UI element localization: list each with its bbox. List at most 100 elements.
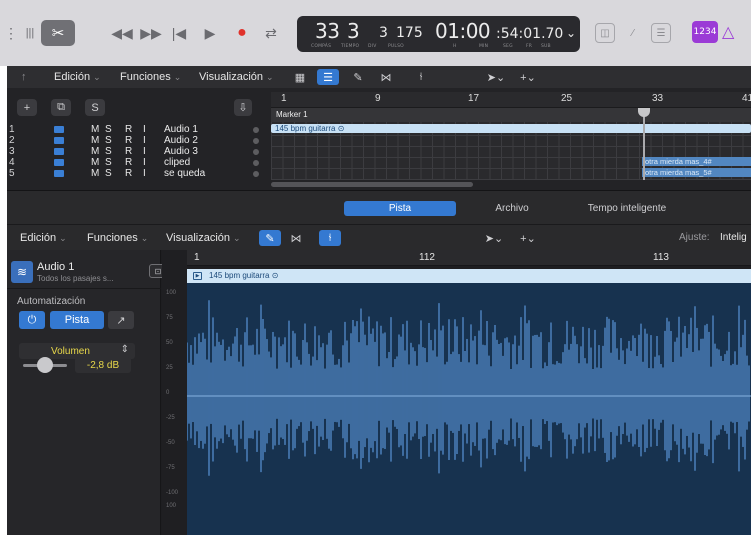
audio-region[interactable]: otra mierda mas_4# [642,157,751,166]
mute-button[interactable]: M [91,135,99,146]
pointer-tool-icon[interactable]: ➤⌄ [483,69,509,85]
catch-icon[interactable]: ⫮ [410,69,432,85]
scale-tick: -50 [166,440,175,446]
track-name[interactable]: Audio 1 [164,124,198,135]
arrange-area[interactable]: 145 bpm guitarra ⊙ otra mierda mas_4# ot… [271,122,751,180]
marker-lane[interactable]: Marker 1 [271,108,751,122]
collapse-icon[interactable]: ⇩ [234,99,252,116]
mute-button[interactable]: M [91,157,99,168]
track-row[interactable]: 3 M S R I Audio 3 [7,146,269,157]
horizontal-scrollbar[interactable] [271,182,473,187]
editor-ruler[interactable]: 1 112 113 [187,250,751,266]
metronome-icon[interactable]: ⁄ [623,23,643,43]
pencil-icon[interactable]: ✎ [347,69,369,85]
flex-icon[interactable]: ⋈ [285,230,307,246]
pencil-icon[interactable]: ✎ [259,230,281,246]
audio-region[interactable]: 145 bpm guitarra ⊙ [271,124,751,133]
volume-slider-knob[interactable] [37,357,53,373]
tuning-fork-icon[interactable]: ◫ [595,23,615,43]
tab-track[interactable]: Pista [344,201,456,216]
track-on-switch[interactable] [54,170,64,177]
editor-menubar: Edición ⌄ Funciones ⌄ Visualización ⌄ ✎ ⋈ ⫮… [7,224,751,250]
solo-button[interactable]: S [105,168,112,179]
record-enable-button[interactable]: R [125,124,132,135]
add-track-button[interactable]: + [17,99,37,116]
record-button[interactable]: ● [234,20,250,46]
duplicate-track-icon[interactable]: ⧉ [51,99,71,116]
input-monitor-button[interactable]: I [143,146,146,157]
marker-label[interactable]: Marker 1 [276,110,308,119]
arrow-right-icon[interactable]: ↗ [108,311,134,329]
track-name[interactable]: Audio 2 [164,135,198,146]
play-region-icon[interactable]: ▶ [193,272,202,280]
tab-smart-tempo[interactable]: Tempo inteligente [568,201,686,216]
flex-icon[interactable]: ⋈ [375,69,397,85]
list-icon[interactable]: ☰ [651,23,671,43]
input-monitor-button[interactable]: I [143,168,146,179]
tab-file[interactable]: Archivo [457,201,567,216]
track-row[interactable]: 1 M S R I Audio 1 [7,124,269,135]
track-on-switch[interactable] [54,126,64,133]
play-button[interactable]: ▶ [202,20,218,46]
audio-region[interactable]: otra mierda mas_5# [642,168,751,177]
input-monitor-button[interactable]: I [143,135,146,146]
automation-track-button[interactable]: Pista [50,311,104,329]
go-to-start-button[interactable]: |◀ [170,20,188,46]
waveform-area[interactable] [187,283,751,535]
global-solo-button[interactable]: S [85,99,105,116]
track-on-switch[interactable] [54,159,64,166]
record-enable-button[interactable]: R [125,168,132,179]
tuner-icon[interactable]: △ [722,22,734,42]
chevron-down-icon[interactable]: ⌄ [566,26,576,40]
power-icon[interactable]: ⏻ [19,311,45,329]
bar-ruler[interactable]: 1 9 17 25 33 41 [271,92,751,108]
list-view-icon[interactable]: ☰ [317,69,339,85]
track-name[interactable]: Audio 3 [164,146,198,157]
track-on-switch[interactable] [54,137,64,144]
solo-button[interactable]: S [105,157,112,168]
chevron-down-icon: ⌄ [266,72,274,82]
menu-functions[interactable]: Funciones ⌄ [84,232,151,244]
input-monitor-button[interactable]: I [143,124,146,135]
mute-button[interactable]: M [91,168,99,179]
track-on-switch[interactable] [54,148,64,155]
record-enable-button[interactable]: R [125,157,132,168]
crosshair-tool-icon[interactable]: +⌄ [515,69,541,85]
record-enable-button[interactable]: R [125,135,132,146]
track-row[interactable]: 2 M S R I Audio 2 [7,135,269,146]
volume-value[interactable]: -2,8 dB [75,357,131,373]
track-row[interactable]: 4 M S R Icliped [7,157,269,168]
fast-forward-button[interactable]: ▶▶ [139,20,163,46]
track-name[interactable]: cliped [164,157,190,168]
snap-select[interactable]: Intelig [720,232,747,243]
track-name[interactable]: se queda [164,168,205,179]
back-arrow-icon[interactable]: ↑ [21,71,27,83]
bar-number: 112 [419,252,435,263]
input-monitor-button[interactable]: I [143,157,146,168]
grid-view-icon[interactable]: ▦ [289,69,311,85]
menu-view[interactable]: Visualización ⌄ [196,71,277,83]
mute-button[interactable]: M [91,146,99,157]
catch-icon[interactable]: ⫮ [319,230,341,246]
crosshair-tool-icon[interactable]: +⌄ [515,230,541,246]
menu-edit[interactable]: Edición ⌄ [51,71,104,83]
rewind-button[interactable]: ◀◀ [110,20,134,46]
scissors-icon[interactable]: ✂ [41,20,75,46]
solo-button[interactable]: S [105,124,112,135]
lcd-display[interactable]: 33 3 3 175 01:00 :54:01.70 COMPÁS TIEMPO… [297,16,580,52]
count-in-button[interactable]: 1234 [692,21,718,43]
solo-button[interactable]: S [105,135,112,146]
menu-edit[interactable]: Edición ⌄ [17,232,70,244]
pointer-tool-icon[interactable]: ➤⌄ [481,230,507,246]
cycle-icon[interactable]: ⇄ [262,20,280,46]
track-row[interactable]: 5 M S R Ise queda [7,168,269,179]
menu-view[interactable]: Visualización ⌄ [163,232,244,244]
playhead[interactable] [643,108,645,180]
solo-button[interactable]: S [105,146,112,157]
more-icon[interactable]: ⋮ [4,20,18,46]
mute-button[interactable]: M [91,124,99,135]
mixer-icon[interactable]: ||| [22,20,38,46]
record-enable-button[interactable]: R [125,146,132,157]
menu-functions[interactable]: Funciones ⌄ [117,71,184,83]
editor-region-header[interactable]: ▶ 145 bpm guitarra ⊙ [187,269,751,283]
